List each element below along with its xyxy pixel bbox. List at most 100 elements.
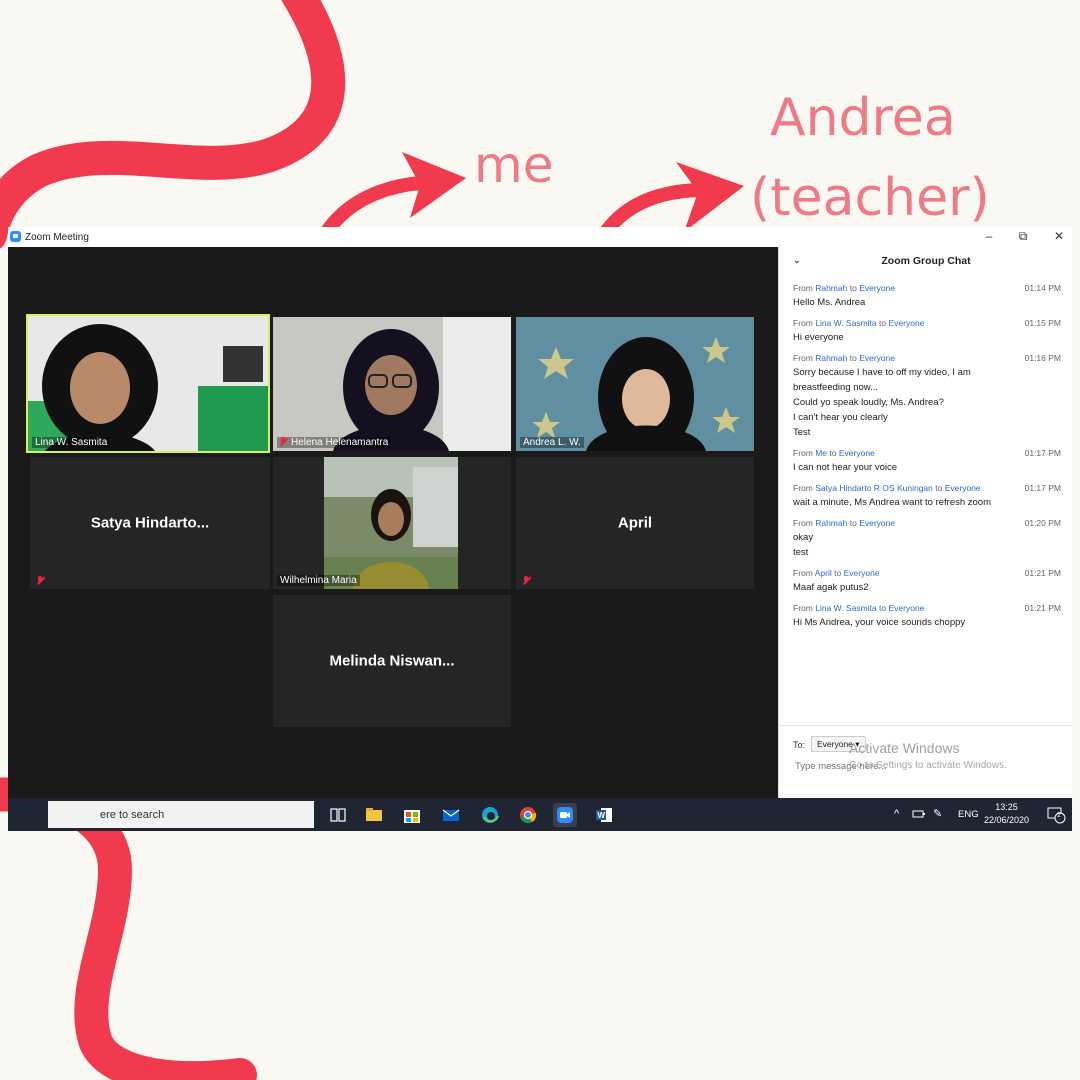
chat-timestamp: 01:20 PM [1024,518,1061,528]
chat-timestamp: 01:17 PM [1024,448,1061,458]
chat-message-meta: From April to Everyone 01:21 PM [793,568,1061,578]
chat-recipient: Everyone [888,603,925,613]
video-tile-lina[interactable]: Lina W. Sasmita [26,314,270,453]
chat-message-meta: From Rahmah to Everyone 01:16 PM [793,353,1061,363]
chevron-down-icon[interactable]: ⌄ [793,255,801,266]
video-tile-satya[interactable]: Satya Hindarto... [30,457,270,589]
mic-muted-icon [522,576,530,585]
chat-sender: Rahmah [815,518,848,528]
from-word: From [793,448,813,458]
zoom-window: Zoom Meeting – ⧉ ✕ Lina W. Sasmita Helen… [8,227,1072,831]
chat-message-text: breastfeeding now... [793,382,879,393]
chat-sender-line: From Satya Hindarto R OS Kuningan to Eve… [793,483,981,493]
video-tile-april[interactable]: April [516,457,754,589]
participant-name: Satya Hindarto... [90,514,210,532]
chat-message-text: wait a minute, Ms Andrea want to refresh… [793,497,992,508]
tray-chevron-up-icon[interactable]: ^ [894,808,899,831]
participant-name: Melinda Niswan... [329,652,455,670]
clock-date: 22/06/2020 [984,815,1030,825]
chat-timestamp: 01:21 PM [1024,603,1061,613]
file-explorer-icon[interactable] [362,803,386,827]
annotation-me: me [474,136,554,194]
participant-name: Wilhelmina Maria [277,575,360,586]
chat-compose: To: Everyone ▾ Activate Windows Go to Se… [779,725,1072,798]
chat-message-text: okay [793,532,814,543]
word-icon[interactable]: W [592,803,616,827]
video-feed-helena [273,317,511,451]
windows-taskbar: ere to search W ^ ✎ ENG 13:25 22/06/2020… [8,798,1072,831]
chat-message-text: Test [793,427,811,438]
video-feed-lina [28,316,268,451]
chat-title: Zoom Group Chat [881,255,971,267]
chat-sender-line: From Me to Everyone [793,448,875,458]
edge-icon[interactable] [478,803,502,827]
taskbar-search[interactable]: ere to search [48,801,314,828]
video-tile-wilhelmina[interactable]: Wilhelmina Maria [273,457,511,589]
activate-windows-subtitle: Go to Settings to activate Windows. [849,760,1007,771]
participant-name: Andrea L. W. [520,437,584,448]
chat-message-list: From Rahmah to Everyone 01:14 PM Hello Ms.… [793,283,1061,638]
battery-icon[interactable] [912,808,926,831]
mail-icon[interactable] [439,803,463,827]
chat-message-meta: From Me to Everyone 01:17 PM [793,448,1061,458]
chat-sender: Lina W. Sasmita [815,318,877,328]
to-word: to [849,283,857,293]
chat-message-meta: From Lina W. Sasmita to Everyone 01:15 PM [793,318,1061,328]
chat-message: From April to Everyone 01:21 PM Maaf agak … [793,568,1061,595]
start-button[interactable] [8,798,48,831]
zoom-taskbar-icon[interactable] [553,803,577,827]
bottom-left-swoosh [0,777,257,1080]
chat-timestamp: 01:21 PM [1024,568,1061,578]
video-tile-melinda[interactable]: Melinda Niswan... [273,595,511,727]
language-indicator[interactable]: ENG [958,809,979,831]
mic-muted-icon [36,576,44,585]
chat-sender: Rahmah [815,353,848,363]
chat-message-meta: From Rahmah to Everyone 01:20 PM [793,518,1061,528]
chrome-icon[interactable] [516,803,540,827]
to-word: to [879,603,887,613]
to-word: to [849,353,857,363]
chat-message: From Lina W. Sasmita to Everyone 01:21 PM… [793,603,1061,630]
chat-recipient: Everyone [838,448,875,458]
chat-recipient: Everyone [859,518,896,528]
store-icon[interactable] [400,803,424,827]
notification-icon[interactable]: 2 [1046,806,1066,831]
title-bar: Zoom Meeting – ⧉ ✕ [8,227,1072,247]
from-word: From [793,568,813,578]
chat-sender: Rahmah [815,283,848,293]
pen-icon[interactable]: ✎ [933,807,942,831]
svg-text:W: W [598,811,606,820]
restore-icon[interactable]: ⧉ [1008,227,1038,247]
chat-message: From Rahmah to Everyone 01:20 PM okay test [793,518,1061,560]
arrow-head-andrea [676,162,744,232]
chat-message-meta: From Lina W. Sasmita to Everyone 01:21 PM [793,603,1061,613]
chat-timestamp: 01:17 PM [1024,483,1061,493]
from-word: From [793,353,813,363]
to-word: to [879,318,887,328]
task-view-icon[interactable] [326,803,350,827]
taskbar-clock[interactable]: 13:25 22/06/2020 [984,801,1029,827]
chat-message-text: test [793,547,809,558]
chat-message-text: Sorry because I have to off my video, I … [793,367,971,378]
close-icon[interactable]: ✕ [1044,227,1072,247]
chat-message-meta: From Satya Hindarto R OS Kuningan to Eve… [793,483,1061,493]
activate-windows-title: Activate Windows [849,740,960,756]
video-tile-helena[interactable]: Helena Helenamantra [273,317,511,451]
chat-recipient: Everyone [843,568,880,578]
chat-panel: ⌄ Zoom Group Chat From Rahmah to Everyon… [778,247,1072,798]
chat-message: From Satya Hindarto R OS Kuningan to Eve… [793,483,1061,510]
to-label: To: [793,740,806,750]
to-word: to [829,448,837,458]
chat-message-text: I can't hear you clearly [793,412,888,423]
chat-message: From Rahmah to Everyone 01:14 PM Hello Ms.… [793,283,1061,310]
notification-count: 2 [1057,812,1061,819]
video-tile-andrea[interactable]: Andrea L. W. [516,317,754,451]
chat-message-text: Maaf agak putus2 [793,582,869,593]
from-word: From [793,483,813,493]
video-feed-wilhelmina [324,457,458,589]
chat-recipient: Everyone [944,483,981,493]
minimize-icon[interactable]: – [974,227,1004,247]
chat-sender: April [814,568,832,578]
to-word: to [935,483,943,493]
chat-header: ⌄ Zoom Group Chat [779,255,1072,267]
